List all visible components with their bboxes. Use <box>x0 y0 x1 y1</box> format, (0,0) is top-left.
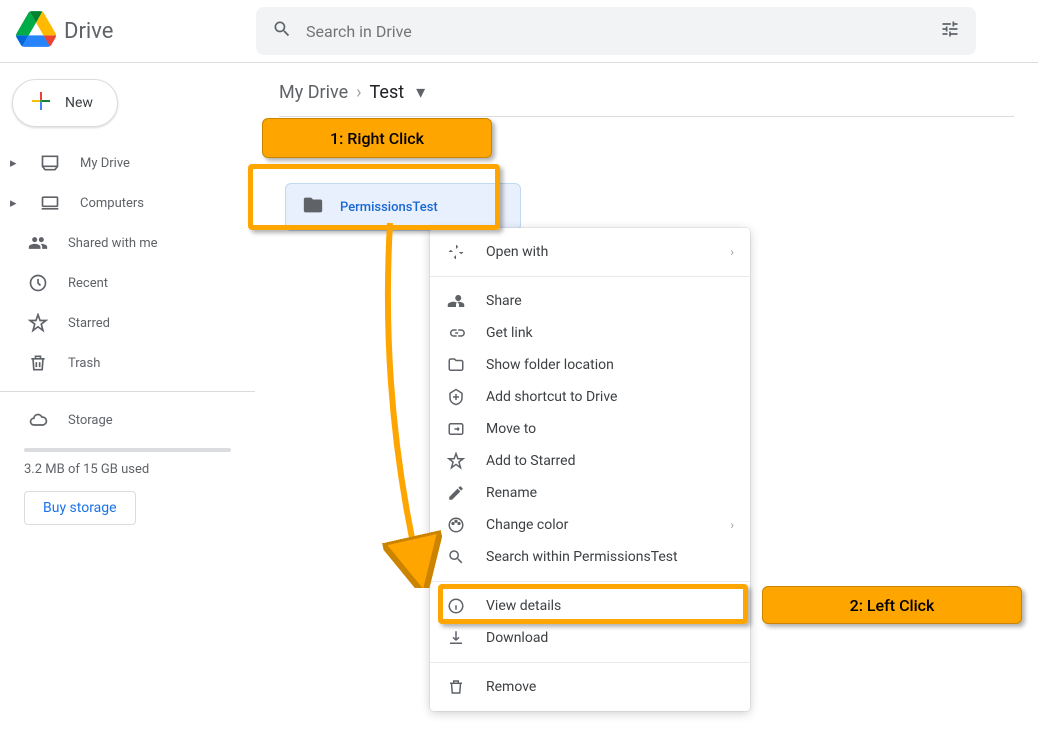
search-bar[interactable] <box>256 7 976 55</box>
search-input[interactable] <box>306 22 926 41</box>
folder-name: PermissionsTest <box>340 200 438 215</box>
divider <box>430 581 750 582</box>
folder-chip[interactable]: PermissionsTest <box>285 183 521 231</box>
menu-label: Remove <box>486 679 536 695</box>
menu-get-link[interactable]: Get link <box>430 317 750 349</box>
menu-move-to[interactable]: Move to <box>430 413 750 445</box>
recent-icon <box>26 271 50 295</box>
new-button[interactable]: New <box>12 79 118 127</box>
menu-label: Download <box>486 630 548 646</box>
sidebar-item-label: Storage <box>68 413 113 428</box>
share-icon <box>446 291 466 311</box>
chevron-right-icon: › <box>730 518 734 532</box>
sidebar-item-shared[interactable]: Shared with me <box>0 223 255 263</box>
open-with-icon <box>446 242 466 262</box>
menu-rename[interactable]: Rename <box>430 477 750 509</box>
plus-icon <box>29 89 53 117</box>
folder-icon <box>302 194 324 220</box>
menu-open-with[interactable]: Open with › <box>430 236 750 268</box>
computers-icon <box>38 191 62 215</box>
menu-label: Rename <box>486 485 537 501</box>
header: Drive <box>0 0 1038 63</box>
search-options-icon[interactable] <box>940 19 960 43</box>
menu-share[interactable]: Share <box>430 285 750 317</box>
sidebar-item-label: Shared with me <box>68 236 158 251</box>
menu-show-location[interactable]: Show folder location <box>430 349 750 381</box>
star-icon <box>446 451 466 471</box>
logo-area: Drive <box>16 9 256 53</box>
expand-arrow-icon[interactable]: ▸ <box>10 156 20 171</box>
divider <box>430 662 750 663</box>
star-icon <box>26 311 50 335</box>
sidebar-item-starred[interactable]: Starred <box>0 303 255 343</box>
menu-label: Add shortcut to Drive <box>486 389 617 405</box>
breadcrumb: My Drive › Test ▾ <box>279 81 1014 117</box>
shared-icon <box>26 231 50 255</box>
trash-icon <box>446 677 466 697</box>
move-icon <box>446 419 466 439</box>
drive-logo-icon <box>16 9 56 53</box>
sidebar-item-label: Trash <box>68 356 100 371</box>
cloud-icon <box>26 408 50 432</box>
my-drive-icon <box>38 151 62 175</box>
menu-add-shortcut[interactable]: Add shortcut to Drive <box>430 381 750 413</box>
expand-arrow-icon[interactable]: ▸ <box>10 196 20 211</box>
menu-label: Move to <box>486 421 536 437</box>
breadcrumb-current[interactable]: Test <box>370 82 405 103</box>
sidebar: New ▸ My Drive ▸ Computers Shared with m… <box>0 63 255 551</box>
sidebar-item-storage[interactable]: Storage <box>0 400 255 440</box>
palette-icon <box>446 515 466 535</box>
divider <box>430 276 750 277</box>
menu-label: Change color <box>486 517 568 533</box>
sidebar-item-label: Computers <box>80 196 144 211</box>
new-button-label: New <box>65 95 93 111</box>
shortcut-icon <box>446 387 466 407</box>
storage-usage-text: 3.2 MB of 15 GB used <box>0 462 255 477</box>
app-title: Drive <box>64 19 113 44</box>
sidebar-item-label: Recent <box>68 276 108 291</box>
menu-label: Open with <box>486 244 548 260</box>
annotation-step-2: 2: Left Click <box>762 586 1022 624</box>
menu-remove[interactable]: Remove <box>430 671 750 703</box>
search-icon <box>272 19 292 43</box>
sidebar-item-label: Starred <box>68 316 110 331</box>
sidebar-item-computers[interactable]: ▸ Computers <box>0 183 255 223</box>
pencil-icon <box>446 483 466 503</box>
sidebar-item-label: My Drive <box>80 156 130 171</box>
menu-download[interactable]: Download <box>430 622 750 654</box>
menu-label: Share <box>486 293 522 309</box>
divider <box>0 391 255 392</box>
sidebar-item-my-drive[interactable]: ▸ My Drive <box>0 143 255 183</box>
download-icon <box>446 628 466 648</box>
sidebar-item-recent[interactable]: Recent <box>0 263 255 303</box>
info-icon <box>446 596 466 616</box>
annotation-step-1: 1: Right Click <box>262 118 492 158</box>
menu-label: Add to Starred <box>486 453 575 469</box>
trash-icon <box>26 351 50 375</box>
menu-label: Show folder location <box>486 357 614 373</box>
menu-label: Search within PermissionsTest <box>486 549 678 565</box>
link-icon <box>446 323 466 343</box>
menu-label: View details <box>486 598 561 614</box>
menu-search-within[interactable]: Search within PermissionsTest <box>430 541 750 573</box>
search-icon <box>446 547 466 567</box>
menu-label: Get link <box>486 325 533 341</box>
storage-progress-bar <box>24 448 231 452</box>
buy-storage-button[interactable]: Buy storage <box>24 491 136 525</box>
menu-change-color[interactable]: Change color › <box>430 509 750 541</box>
context-menu: Open with › Share Get link Show folder l… <box>430 228 750 711</box>
menu-view-details[interactable]: View details <box>430 590 750 622</box>
chevron-right-icon: › <box>356 82 361 103</box>
menu-add-starred[interactable]: Add to Starred <box>430 445 750 477</box>
breadcrumb-root[interactable]: My Drive <box>279 82 348 103</box>
sidebar-item-trash[interactable]: Trash <box>0 343 255 383</box>
dropdown-caret-icon[interactable]: ▾ <box>416 82 425 103</box>
chevron-right-icon: › <box>730 245 734 259</box>
folder-outline-icon <box>446 355 466 375</box>
